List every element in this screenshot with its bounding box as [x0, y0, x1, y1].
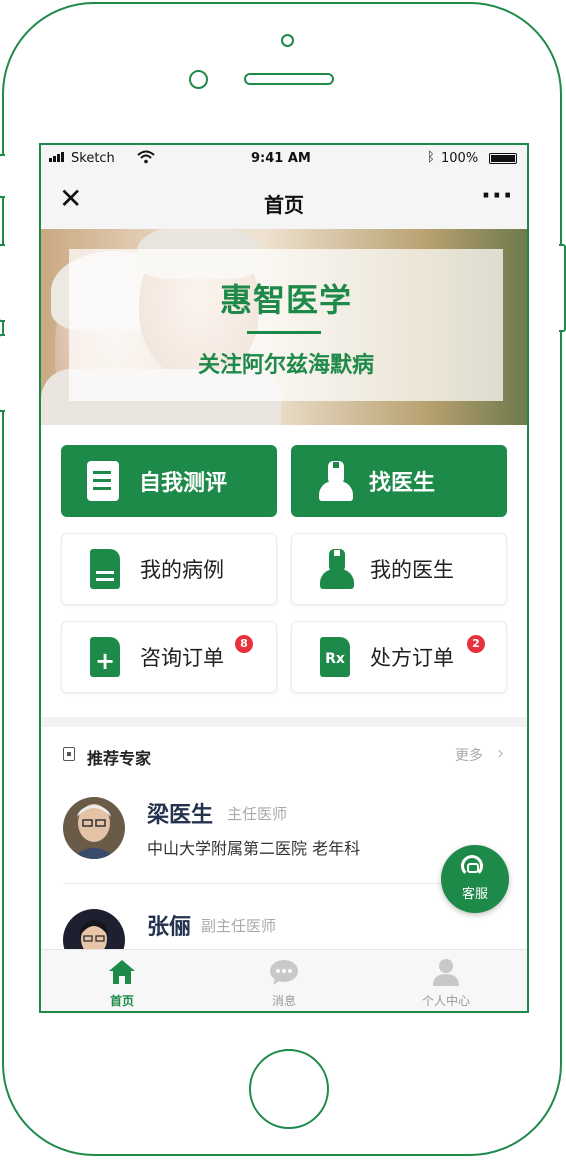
tab-bar: 首页 消息 个人中心 — [41, 949, 527, 1011]
front-camera — [281, 34, 294, 47]
find-doctor-label: 找医生 — [369, 471, 436, 496]
prescription-icon: Rx — [314, 635, 354, 679]
experts-heading: 推荐专家 — [87, 749, 152, 768]
power-button — [559, 244, 566, 332]
nav-bar: ✕ 首页 ··· — [41, 173, 527, 229]
banner-brand: 惠智医学 — [219, 281, 352, 319]
assessment-icon — [83, 459, 123, 503]
consult-orders-badge: 8 — [234, 634, 254, 654]
volume-up-button — [0, 244, 5, 322]
more-experts-link[interactable]: 更多 — [455, 745, 483, 765]
expert-title: 主任医师 — [227, 805, 288, 823]
message-icon — [270, 960, 298, 985]
experts-header: 推荐专家 更多 › — [41, 741, 527, 771]
customer-service-label: 客服 — [461, 887, 488, 902]
avatar — [63, 797, 125, 859]
section-divider — [41, 717, 527, 727]
consult-plus-icon: + — [84, 635, 124, 679]
tab-profile[interactable]: 个人中心 — [365, 950, 527, 1011]
signal-icon — [49, 152, 64, 162]
consult-orders-button[interactable]: + 咨询订单 8 — [61, 621, 277, 693]
expert-title: 副主任医师 — [201, 917, 277, 935]
status-bar: Sketch 9:41 AM ᛒ 100% — [41, 145, 527, 173]
app-screen: Sketch 9:41 AM ᛒ 100% ✕ 首页 ··· 惠智医学 关注阿尔… — [39, 143, 529, 1013]
list-divider — [63, 883, 505, 884]
my-cases-button[interactable]: 我的病例 — [61, 533, 277, 605]
doctor-icon — [314, 547, 354, 591]
tab-messages[interactable]: 消息 — [203, 950, 365, 1011]
bluetooth-icon: ᛒ — [427, 150, 435, 165]
page-title: 首页 — [264, 193, 304, 217]
expert-name: 张俪 — [147, 915, 192, 940]
chevron-right-icon[interactable]: › — [497, 743, 504, 764]
banner-divider — [247, 331, 321, 334]
section-marker-icon — [63, 747, 75, 761]
wifi-icon — [137, 150, 155, 168]
user-icon — [433, 959, 459, 986]
self-assessment-label: 自我测评 — [139, 471, 228, 496]
expert-hospital: 中山大学附属第二医院 老年科 — [147, 839, 361, 858]
consult-orders-label: 咨询订单 — [140, 646, 224, 670]
mute-switch — [0, 154, 5, 198]
doctor-icon — [313, 459, 353, 503]
battery-percent: 100% — [441, 151, 479, 166]
self-assessment-button[interactable]: 自我测评 — [61, 445, 277, 517]
headset-mic — [467, 863, 479, 873]
rx-orders-badge: 2 — [466, 634, 486, 654]
my-doctors-label: 我的医生 — [370, 558, 454, 582]
banner-slogan: 关注阿尔兹海默病 — [197, 353, 374, 378]
hero-banner[interactable]: 惠智医学 关注阿尔兹海默病 — [41, 229, 527, 425]
home-icon — [109, 960, 135, 984]
clock: 9:41 AM — [251, 151, 311, 166]
expert-name: 梁医生 — [147, 803, 214, 828]
proximity-sensor — [189, 70, 208, 89]
carrier-name: Sketch — [71, 151, 115, 166]
home-button — [249, 1049, 329, 1129]
my-doctors-button[interactable]: 我的医生 — [291, 533, 507, 605]
tab-profile-label: 个人中心 — [421, 994, 470, 1008]
tab-home-label: 首页 — [109, 994, 134, 1008]
case-file-icon — [84, 547, 124, 591]
rx-orders-button[interactable]: Rx 处方订单 2 — [291, 621, 507, 693]
battery-icon — [489, 153, 517, 164]
tab-home[interactable]: 首页 — [41, 950, 203, 1011]
customer-service-button[interactable]: 客服 — [441, 845, 509, 913]
tab-messages-label: 消息 — [271, 994, 296, 1008]
rx-orders-label: 处方订单 — [370, 646, 454, 670]
more-icon[interactable]: ··· — [481, 183, 514, 209]
my-cases-label: 我的病例 — [140, 558, 224, 582]
find-doctor-button[interactable]: 找医生 — [291, 445, 507, 517]
earpiece-speaker — [244, 73, 334, 85]
volume-down-button — [0, 334, 5, 412]
